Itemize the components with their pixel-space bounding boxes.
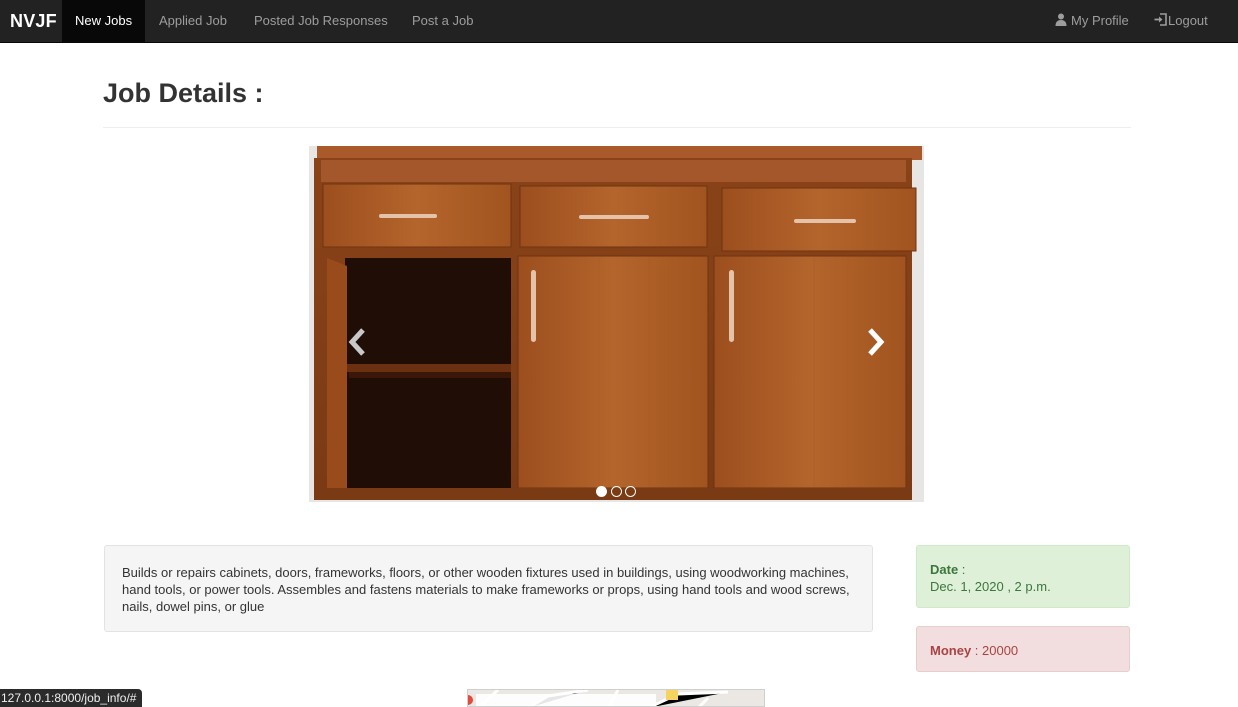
nav-my-profile[interactable]: My Profile [1042,0,1142,43]
nav-applied-job[interactable]: Applied Job [146,0,240,43]
date-alert: Date : Dec. 1, 2020 , 2 p.m. [916,545,1130,608]
nav-my-profile-label: My Profile [1071,13,1129,28]
nav-posted-job-responses[interactable]: Posted Job Responses [241,0,401,43]
nav-post-a-job[interactable]: Post a Job [399,0,486,43]
user-icon [1055,1,1067,43]
browser-status-url: 127.0.0.1:8000/job_info/# [0,689,143,707]
carousel-prev-button[interactable] [343,324,373,360]
nav-logout-label: Logout [1168,13,1208,28]
carousel-indicator-2[interactable] [611,486,622,497]
money-alert: Money : 20000 [916,626,1130,672]
header-divider [103,127,1131,128]
nav-logout[interactable]: Logout [1141,0,1221,43]
chevron-right-icon [868,328,885,356]
carousel-indicator-1[interactable] [596,486,607,497]
job-description: Builds or repairs cabinets, doors, frame… [104,545,873,632]
nav-new-jobs[interactable]: New Jobs [62,0,146,43]
image-carousel [309,146,924,528]
carousel-indicators [596,486,640,498]
carousel-indicator-3[interactable] [625,486,636,497]
date-separator: : [958,562,966,577]
cabinet-image [309,146,924,528]
carousel-next-button[interactable] [860,324,890,360]
job-location-map[interactable] [467,689,765,707]
page-title: Job Details : [103,78,264,108]
map-tiles [468,690,764,706]
login-icon [1154,1,1167,43]
money-value: : 20000 [971,643,1019,658]
date-label: Date [930,562,959,577]
money-label: Money [930,643,972,658]
date-value: Dec. 1, 2020 , 2 p.m. [930,579,1051,594]
chevron-left-icon [348,328,365,356]
brand-link[interactable]: NVJF [0,0,67,43]
top-navbar: NVJF New Jobs Applied Job Posted Job Res… [0,0,1238,43]
